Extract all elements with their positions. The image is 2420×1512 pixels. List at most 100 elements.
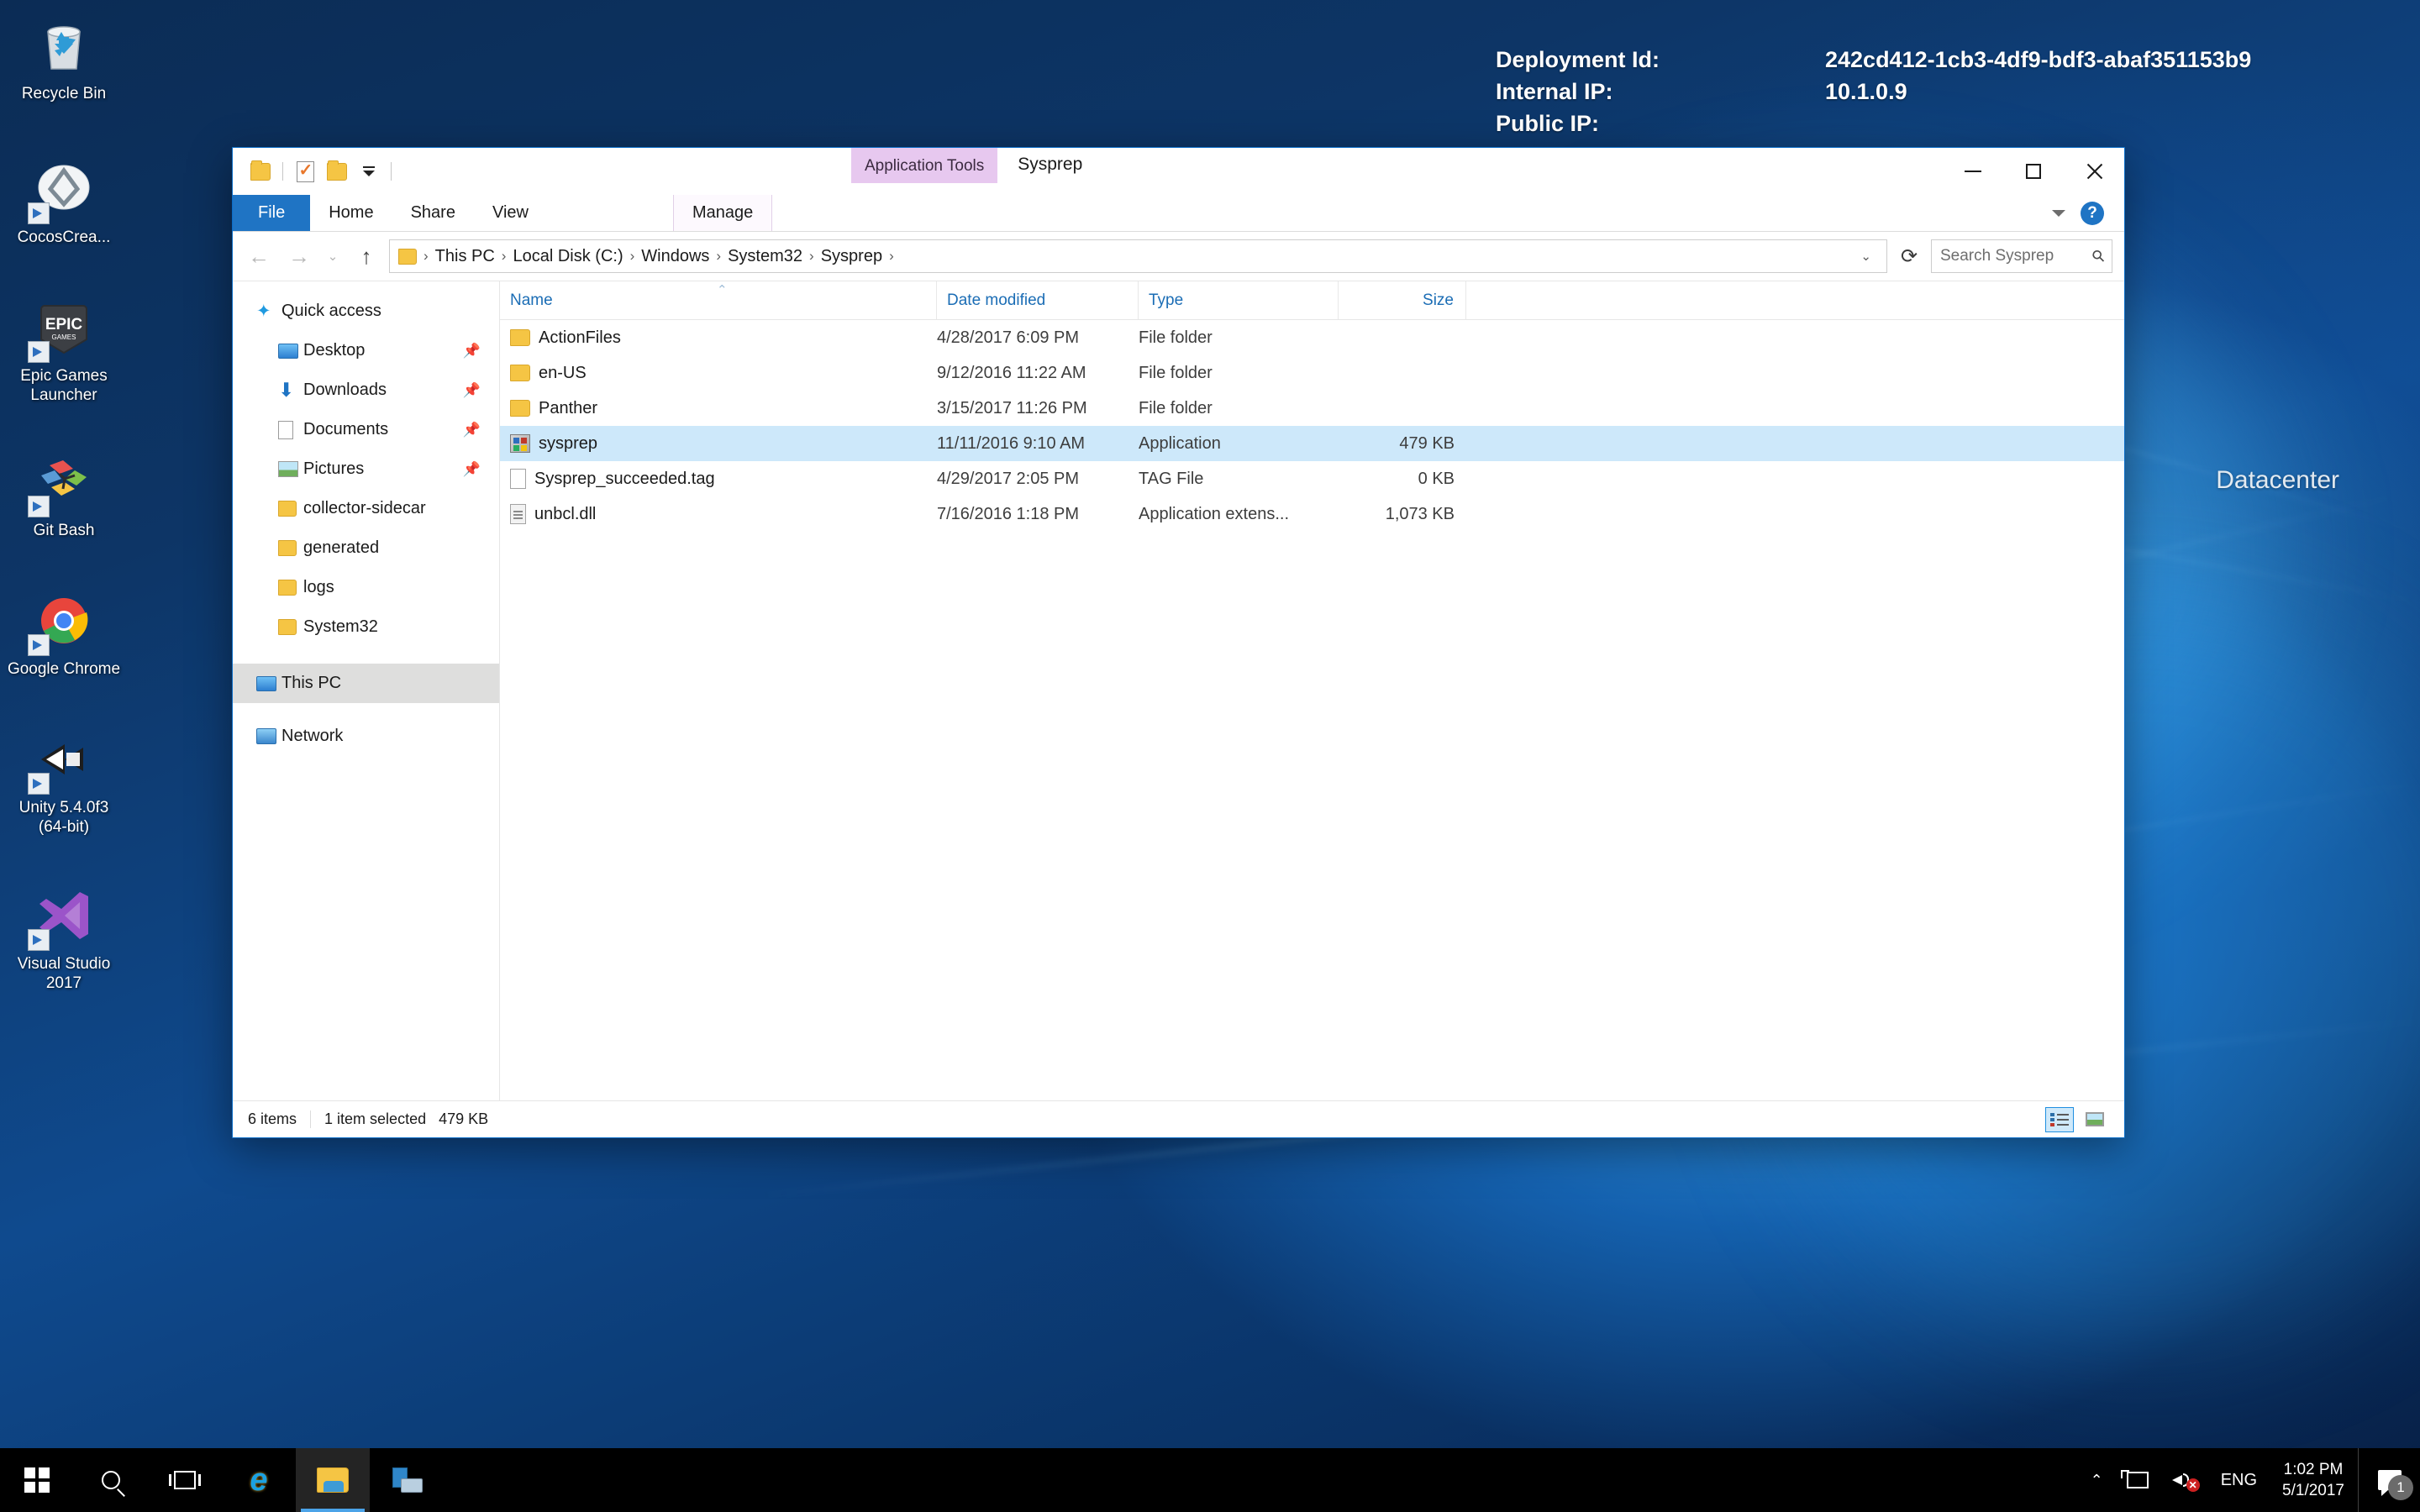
table-row[interactable]: ActionFiles 4/28/2017 6:09 PM File folde… bbox=[500, 320, 2124, 355]
svg-text:EPIC: EPIC bbox=[45, 316, 83, 333]
breadcrumb-item-local-disk[interactable]: Local Disk (C:) bbox=[508, 247, 628, 266]
forward-button[interactable]: → bbox=[281, 239, 317, 274]
internet-explorer-button[interactable]: e bbox=[222, 1448, 296, 1512]
sidebar-item-generated[interactable]: generated bbox=[233, 528, 499, 568]
desktop-icon-epic-games-launcher[interactable]: EPIC GAMES Epic Games Launcher bbox=[0, 287, 128, 412]
table-row[interactable]: sysprep 11/11/2016 9:10 AM Application 4… bbox=[500, 426, 2124, 461]
sidebar-item-logs[interactable]: logs bbox=[233, 568, 499, 607]
column-header-size[interactable]: Size bbox=[1339, 281, 1466, 319]
task-view-button[interactable] bbox=[148, 1448, 222, 1512]
sidebar-item-label: Downloads bbox=[303, 381, 387, 399]
sidebar-item-documents[interactable]: Documents 📌 bbox=[233, 410, 499, 449]
breadcrumb-dropdown-icon[interactable]: ⌄ bbox=[1852, 249, 1880, 264]
minimize-button[interactable] bbox=[1943, 148, 2003, 195]
pictures-icon bbox=[278, 461, 303, 477]
desktop-icon-unity[interactable]: Unity 5.4.0f3 (64-bit) bbox=[0, 719, 128, 843]
table-row[interactable]: Sysprep_succeeded.tag 4/29/2017 2:05 PM … bbox=[500, 461, 2124, 496]
folder-icon bbox=[278, 580, 303, 596]
search-input[interactable] bbox=[1940, 247, 2094, 265]
breadcrumb-item-sysprep[interactable]: Sysprep bbox=[816, 247, 887, 266]
sidebar-item-system32[interactable]: System32 bbox=[233, 607, 499, 647]
network-status-button[interactable] bbox=[2115, 1448, 2160, 1512]
volume-button[interactable]: ✕ bbox=[2160, 1448, 2209, 1512]
tab-share[interactable]: Share bbox=[392, 195, 474, 231]
shortcut-overlay-icon bbox=[28, 202, 50, 224]
language-indicator[interactable]: ENG bbox=[2209, 1448, 2269, 1512]
file-type-cell: Application extens... bbox=[1139, 504, 1289, 523]
sidebar-item-downloads[interactable]: ⬇ Downloads 📌 bbox=[233, 370, 499, 410]
qat-properties-button[interactable] bbox=[289, 153, 321, 190]
ribbon-tab-bar: File Home Share View Manage ? bbox=[233, 195, 2124, 232]
tab-manage[interactable]: Manage bbox=[672, 195, 773, 231]
search-box[interactable]: ⚲ bbox=[1931, 239, 2112, 273]
file-name-cell: en-US bbox=[500, 364, 937, 383]
file-date-cell: 9/12/2016 11:22 AM bbox=[937, 363, 1086, 382]
visual-studio-icon bbox=[28, 884, 97, 951]
sidebar-item-pictures[interactable]: Pictures 📌 bbox=[233, 449, 499, 489]
back-button[interactable]: ← bbox=[241, 239, 276, 274]
table-row[interactable]: Panther 3/15/2017 11:26 PM File folder bbox=[500, 391, 2124, 426]
expand-ribbon-icon[interactable] bbox=[2052, 210, 2065, 217]
tab-view[interactable]: View bbox=[474, 195, 547, 231]
start-button[interactable] bbox=[0, 1448, 74, 1512]
file-name-cell: Panther bbox=[500, 399, 937, 418]
breadcrumb[interactable]: › This PC › Local Disk (C:) › Windows › … bbox=[389, 239, 1887, 273]
file-name-cell: Sysprep_succeeded.tag bbox=[500, 469, 937, 489]
breadcrumb-item-windows[interactable]: Windows bbox=[636, 247, 714, 266]
desktop-icon-visual-studio[interactable]: Visual Studio 2017 bbox=[0, 875, 128, 1000]
show-hidden-icons-button[interactable]: ⌃ bbox=[2079, 1448, 2115, 1512]
table-row[interactable]: en-US 9/12/2016 11:22 AM File folder bbox=[500, 355, 2124, 391]
details-view-button[interactable] bbox=[2045, 1106, 2074, 1132]
sidebar-item-desktop[interactable]: Desktop 📌 bbox=[233, 331, 499, 370]
maximize-button[interactable] bbox=[2003, 148, 2064, 195]
qat-customize-button[interactable] bbox=[353, 153, 385, 190]
server-manager-button[interactable] bbox=[370, 1448, 444, 1512]
tab-file[interactable]: File bbox=[233, 195, 311, 231]
sidebar-item-this-pc[interactable]: This PC bbox=[233, 664, 499, 703]
search-button[interactable] bbox=[74, 1448, 148, 1512]
clock[interactable]: 1:02 PM 5/1/2017 bbox=[2269, 1459, 2358, 1501]
file-date-cell: 11/11/2016 9:10 AM bbox=[937, 433, 1086, 453]
desktop-icon-google-chrome[interactable]: Google Chrome bbox=[0, 580, 128, 685]
window-title-bar: Application Tools Sysprep bbox=[233, 148, 2124, 195]
action-center-button[interactable]: 1 bbox=[2358, 1448, 2420, 1512]
deployment-info-overlay: Deployment Id: 242cd412-1cb3-4df9-bdf3-a… bbox=[1496, 44, 2251, 139]
chevron-down-icon bbox=[363, 166, 375, 176]
sidebar-item-network[interactable]: Network bbox=[233, 717, 499, 756]
recent-locations-button[interactable]: ⌄ bbox=[322, 239, 344, 274]
file-date-cell: 7/16/2016 1:18 PM bbox=[937, 504, 1080, 523]
file-row-list: ActionFiles 4/28/2017 6:09 PM File folde… bbox=[500, 320, 2124, 1100]
file-explorer-button[interactable] bbox=[296, 1448, 370, 1512]
folder-icon bbox=[250, 160, 271, 181]
help-button[interactable]: ? bbox=[2081, 202, 2104, 225]
desktop-icon-recycle-bin[interactable]: Recycle Bin bbox=[0, 5, 128, 110]
up-button[interactable]: ↑ bbox=[349, 239, 384, 274]
sidebar-item-label: This PC bbox=[281, 674, 342, 692]
selection-count: 1 item selected bbox=[324, 1110, 427, 1127]
breadcrumb-item-this-pc[interactable]: This PC bbox=[430, 247, 500, 266]
table-row[interactable]: unbcl.dll 7/16/2016 1:18 PM Application … bbox=[500, 496, 2124, 532]
file-name-cell: ActionFiles bbox=[500, 328, 937, 348]
large-icons-view-button[interactable] bbox=[2081, 1107, 2109, 1132]
breadcrumb-item-system32[interactable]: System32 bbox=[723, 247, 808, 266]
sidebar-item-label: Documents bbox=[303, 420, 389, 438]
documents-icon bbox=[278, 420, 303, 439]
sidebar-item-quick-access[interactable]: ✦ Quick access bbox=[233, 291, 499, 331]
desktop-icon-label: Epic Games Launcher bbox=[20, 367, 108, 404]
qat-folder-icon-button[interactable] bbox=[245, 153, 276, 190]
selection-size: 479 KB bbox=[439, 1110, 489, 1127]
notification-count-badge: 1 bbox=[2388, 1475, 2413, 1500]
refresh-button[interactable]: ⟳ bbox=[1892, 239, 1926, 273]
sidebar-item-collector-sidecar[interactable]: collector-sidecar bbox=[233, 489, 499, 528]
sidebar-item-label: Network bbox=[281, 727, 344, 745]
tab-home[interactable]: Home bbox=[310, 195, 392, 231]
column-header-date-modified[interactable]: Date modified bbox=[937, 281, 1139, 319]
qat-new-folder-button[interactable] bbox=[321, 153, 353, 190]
desktop-icon-cocos-creator[interactable]: CocosCrea... bbox=[0, 149, 128, 254]
folder-icon bbox=[278, 501, 303, 517]
column-header-type[interactable]: Type bbox=[1139, 281, 1339, 319]
shortcut-overlay-icon bbox=[28, 496, 50, 517]
close-button[interactable] bbox=[2064, 148, 2124, 195]
desktop-icon-git-bash[interactable]: Git Bash bbox=[0, 442, 128, 547]
file-type-cell: Application bbox=[1139, 433, 1221, 453]
